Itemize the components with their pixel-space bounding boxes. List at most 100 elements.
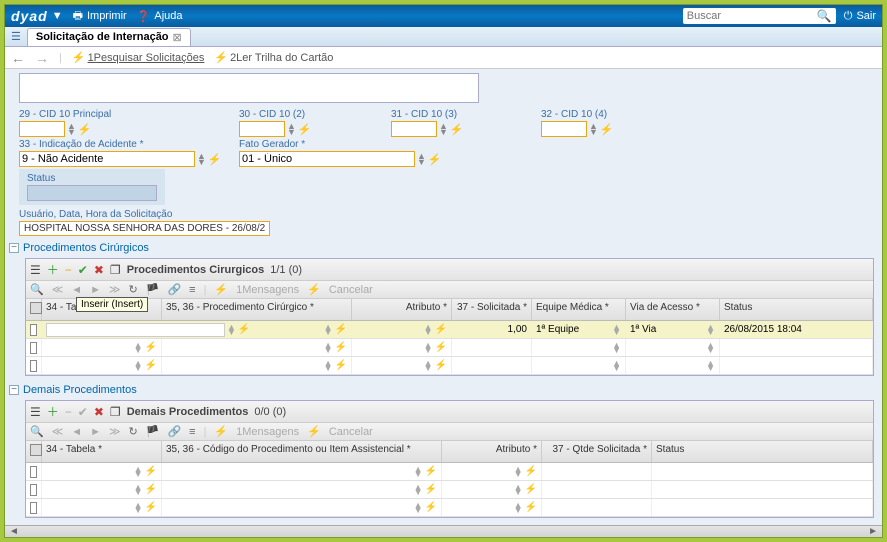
bolt-icon[interactable]: ⚡ (600, 123, 614, 136)
col-via[interactable]: Via de Acesso * (626, 299, 720, 320)
row-checkbox[interactable] (30, 324, 37, 336)
spinner-icon[interactable]: ▲▼ (67, 123, 76, 135)
spinner-icon[interactable]: ▲▼ (706, 343, 715, 353)
first-icon[interactable]: ≪ (52, 425, 64, 438)
table-row[interactable]: ▲▼⚡ ▲▼⚡ ▲▼⚡ ▲▼ ▲▼ (26, 339, 873, 357)
tab-solicitacao[interactable]: Solicitação de Internação ⊠ (27, 28, 191, 46)
row-checkbox[interactable] (30, 484, 37, 496)
col-qtde[interactable]: 37 - Qtde Solicitada * (542, 441, 652, 462)
flag-icon[interactable]: 🏴 (146, 425, 160, 438)
spinner-icon[interactable]: ▲▼ (134, 485, 143, 495)
bolt-icon[interactable]: ⚡ (428, 153, 442, 166)
cancelar-link[interactable]: Cancelar (329, 284, 373, 296)
bolt-icon[interactable]: ⚡ (435, 342, 447, 353)
spinner-icon[interactable]: ▲▼ (589, 123, 598, 135)
col-tabela[interactable]: 34 - Tabela * (42, 441, 162, 462)
prev-icon[interactable]: ◄ (71, 426, 82, 438)
add-icon[interactable]: ＋ (47, 403, 59, 420)
col-codigo[interactable]: 35, 36 - Código do Procedimento ou Item … (162, 441, 442, 462)
bolt-icon[interactable]: ⚡ (435, 324, 447, 335)
spinner-icon[interactable]: ▲▼ (706, 325, 715, 335)
cancelar-link[interactable]: Cancelar (329, 426, 373, 438)
col-atributo[interactable]: Atributo * (442, 441, 542, 462)
col-procedimento[interactable]: 35, 36 - Procedimento Cirúrgico * (162, 299, 352, 320)
menu-icon[interactable]: ☰ (30, 405, 41, 419)
search-icon[interactable]: 🔍 (30, 283, 44, 296)
checkbox-all[interactable] (30, 302, 42, 314)
spinner-icon[interactable]: ▲▼ (287, 123, 296, 135)
spinner-icon[interactable]: ▲▼ (424, 343, 433, 353)
spinner-icon[interactable]: ▲▼ (414, 485, 423, 495)
exit-button[interactable]: ⏻ Sair (844, 10, 876, 23)
window-icon[interactable]: ❐ (110, 263, 121, 277)
bolt-icon[interactable]: ⚡ (525, 502, 537, 513)
bolt-icon[interactable]: ⚡ (145, 502, 157, 513)
row-checkbox[interactable] (30, 502, 37, 514)
table-row[interactable]: ▲▼⚡ ▲▼⚡ ▲▼⚡ 1,00 1ª Equipe▲▼ 1ª Via▲▼ 26… (26, 321, 873, 339)
bolt-icon[interactable]: ⚡ (525, 466, 537, 477)
link-icon[interactable]: 🔗 (167, 425, 181, 438)
tab-close-icon[interactable]: ⊠ (173, 31, 182, 44)
window-icon[interactable]: ❐ (110, 405, 121, 419)
spinner-icon[interactable]: ▲▼ (706, 361, 715, 371)
remove-icon[interactable]: − (65, 405, 72, 419)
row-checkbox[interactable] (30, 342, 37, 354)
bolt-icon[interactable]: ⚡ (450, 123, 464, 136)
bolt-icon[interactable]: ⚡ (425, 502, 437, 513)
settings-icon[interactable]: ≡ (189, 284, 195, 296)
prev-icon[interactable]: ◄ (71, 284, 82, 296)
col-status[interactable]: Status (652, 441, 873, 462)
bolt-icon[interactable]: ⚡ (425, 466, 437, 477)
bolt-icon[interactable]: ⚡ (145, 466, 157, 477)
next-icon[interactable]: ► (90, 284, 101, 296)
table-row[interactable]: ▲▼⚡ ▲▼⚡ ▲▼⚡ (26, 481, 873, 499)
bolt-icon[interactable]: ⚡ (525, 484, 537, 495)
fato-input[interactable] (239, 151, 415, 167)
dropdown-icon[interactable]: ▼ (52, 10, 63, 22)
ler-trilha-link[interactable]: ⚡ 2Ler Trilha do Cartão (214, 51, 333, 64)
spinner-icon[interactable]: ▲▼ (514, 467, 523, 477)
spinner-icon[interactable]: ▲▼ (414, 467, 423, 477)
bolt-icon[interactable]: ⚡ (298, 123, 312, 136)
row-checkbox[interactable] (30, 360, 37, 372)
col-atributo[interactable]: Atributo * (352, 299, 452, 320)
spinner-icon[interactable]: ▲▼ (424, 361, 433, 371)
spinner-icon[interactable]: ▲▼ (612, 343, 621, 353)
cid3-input[interactable] (391, 121, 437, 137)
bolt-icon[interactable]: ⚡ (145, 360, 157, 371)
cid4-input[interactable] (541, 121, 587, 137)
spinner-icon[interactable]: ▲▼ (414, 503, 423, 513)
spinner-icon[interactable]: ▲▼ (514, 485, 523, 495)
spinner-icon[interactable]: ▲▼ (424, 325, 433, 335)
pesquisar-link[interactable]: ⚡ 1Pesquisar Solicitações (72, 51, 205, 64)
col-solicitada[interactable]: 37 - Solicitada * (452, 299, 532, 320)
status-arrow-left[interactable]: ◄ (9, 526, 19, 537)
spinner-icon[interactable]: ▲▼ (417, 153, 426, 165)
bolt-icon[interactable]: ⚡ (145, 484, 157, 495)
search-box[interactable]: 🔍 (683, 8, 836, 24)
spinner-icon[interactable]: ▲▼ (134, 343, 143, 353)
spinner-icon[interactable]: ▲▼ (134, 503, 143, 513)
table-row[interactable]: ▲▼⚡ ▲▼⚡ ▲▼⚡ (26, 463, 873, 481)
col-status[interactable]: Status (720, 299, 873, 320)
table-row[interactable]: ▲▼⚡ ▲▼⚡ ▲▼⚡ (26, 499, 873, 517)
checkbox-all[interactable] (30, 444, 42, 456)
menu-icon[interactable]: ☰ (11, 30, 21, 43)
search-icon[interactable]: 🔍 (817, 9, 832, 23)
bolt-icon[interactable]: ⚡ (208, 153, 222, 166)
collapse-icon[interactable]: − (9, 385, 19, 395)
spinner-icon[interactable]: ▲▼ (514, 503, 523, 513)
print-button[interactable]: 🖶 Imprimir (73, 7, 127, 26)
first-icon[interactable]: ≪ (52, 283, 64, 296)
delete-icon[interactable]: ✖ (94, 263, 104, 277)
bolt-icon[interactable]: ⚡ (425, 484, 437, 495)
link-icon[interactable]: 🔗 (167, 283, 181, 296)
spinner-icon[interactable]: ▲▼ (439, 123, 448, 135)
bolt-icon[interactable]: ⚡ (335, 324, 347, 335)
spinner-icon[interactable]: ▲▼ (324, 361, 333, 371)
check-icon[interactable]: ✔ (78, 405, 88, 419)
bolt-icon[interactable]: ⚡ (145, 342, 157, 353)
table-row[interactable]: ▲▼⚡ ▲▼⚡ ▲▼⚡ ▲▼ ▲▼ (26, 357, 873, 375)
refresh-icon[interactable]: ↻ (129, 283, 138, 296)
delete-icon[interactable]: ✖ (94, 405, 104, 419)
